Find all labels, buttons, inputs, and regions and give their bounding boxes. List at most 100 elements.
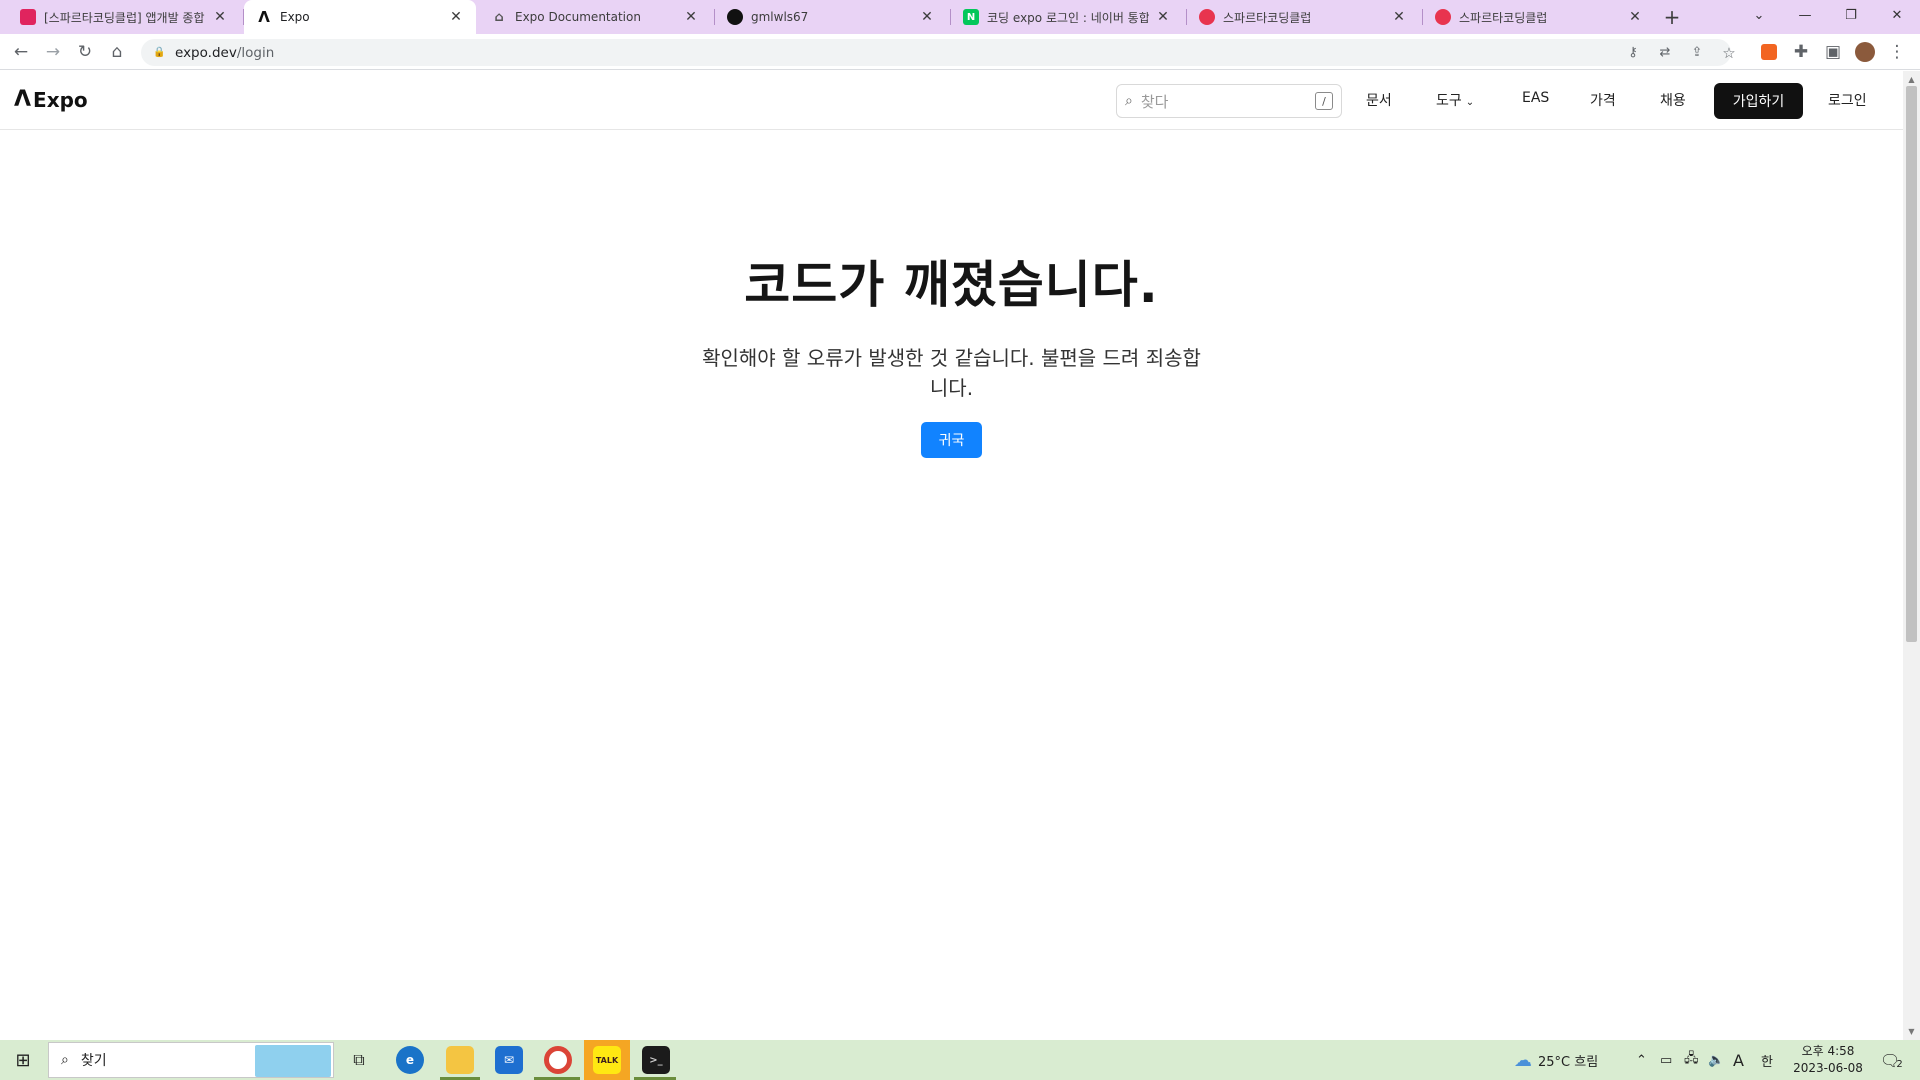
close-icon[interactable]: ✕ xyxy=(1391,9,1407,25)
tab-title: 스파르타코딩클럽 xyxy=(1459,10,1548,25)
minimize-button[interactable]: — xyxy=(1782,0,1828,30)
forward-arrow-icon[interactable]: → xyxy=(40,39,66,65)
tab-github[interactable]: gmlwls67 ✕ xyxy=(715,0,947,34)
tab-title: 스파르타코딩클럽 xyxy=(1223,10,1312,25)
page-content: Λ Expo ⌕ 찾다 / 문서 도구 ⌄ EAS 가격 채용 가입하기 로그인 … xyxy=(0,71,1903,1040)
tab-search-chevron-icon[interactable]: ⌄ xyxy=(1736,0,1782,30)
windows-start-icon[interactable]: ⊞ xyxy=(0,1040,46,1080)
network-icon[interactable]: 🖧 xyxy=(1684,1040,1699,1080)
home-icon[interactable]: ⌂ xyxy=(104,39,130,65)
nav-eas-link[interactable]: EAS xyxy=(1522,90,1549,106)
github-icon xyxy=(727,9,743,25)
expo-logo-icon: Λ xyxy=(258,8,270,26)
edge-browser-icon[interactable]: e xyxy=(396,1046,424,1074)
nav-tools-dropdown[interactable]: 도구 ⌄ xyxy=(1436,90,1474,110)
terminal-icon[interactable]: >_ xyxy=(642,1046,670,1074)
file-explorer-icon[interactable] xyxy=(446,1046,474,1074)
extension-rx-icon[interactable] xyxy=(1756,39,1782,65)
search-icon: ⌕ xyxy=(61,1052,69,1068)
brand-name: Expo xyxy=(33,87,88,112)
error-panel: 코드가 깨졌습니다. 확인해야 할 오류가 발생한 것 같습니다. 불편을 드려… xyxy=(0,245,1903,403)
close-icon[interactable]: ✕ xyxy=(683,9,699,25)
signup-button[interactable]: 가입하기 xyxy=(1714,83,1803,119)
search-input[interactable]: ⌕ 찾다 / xyxy=(1116,84,1342,118)
ime-language-indicator[interactable]: A xyxy=(1733,1040,1744,1080)
taskbar-search-placeholder: 찾기 xyxy=(80,1053,107,1069)
login-link[interactable]: 로그인 xyxy=(1828,90,1867,110)
chrome-icon[interactable] xyxy=(544,1046,572,1074)
task-view-icon[interactable]: ⧉ xyxy=(340,1040,378,1080)
profile-avatar[interactable] xyxy=(1852,39,1878,65)
expo-docs-icon: ⌂ xyxy=(494,9,504,25)
nav-tools-label: 도구 xyxy=(1436,93,1462,109)
clock-time: 오후 4:58 xyxy=(1801,1044,1855,1058)
search-highlight-image xyxy=(255,1045,331,1077)
volume-icon[interactable]: 🔈 xyxy=(1708,1040,1724,1080)
browser-toolbar: ← → ↻ ⌂ 🔒 expo.dev/login ⚷ ⇄ ⇪ ☆ ✚ ▣ ⋮ xyxy=(0,34,1920,70)
nav-docs-link[interactable]: 문서 xyxy=(1366,90,1392,110)
nav-pricing-link[interactable]: 가격 xyxy=(1590,90,1616,110)
url-host: expo.dev xyxy=(175,44,237,61)
taskbar-search-input[interactable]: ⌕ 찾기 xyxy=(48,1042,334,1078)
site-header: Λ Expo ⌕ 찾다 / 문서 도구 ⌄ EAS 가격 채용 가입하기 로그인 xyxy=(0,71,1903,130)
close-icon[interactable]: ✕ xyxy=(212,9,228,25)
tray-overflow-chevron-icon[interactable]: ⌃ xyxy=(1636,1040,1647,1080)
address-bar[interactable]: 🔒 expo.dev/login ⚷ ⇄ ⇪ ☆ xyxy=(141,39,1736,66)
tab-sparta-app[interactable]: [스파르타코딩클럽] 앱개발 종합 ✕ xyxy=(8,0,240,34)
back-arrow-icon[interactable]: ← xyxy=(8,39,34,65)
meet-now-icon[interactable]: ▭ xyxy=(1660,1040,1672,1080)
expo-logo[interactable]: Λ Expo xyxy=(14,87,88,112)
kakaotalk-icon: TALK xyxy=(593,1046,621,1074)
taskbar: ⊞ ⌕ 찾기 ⧉ e ✉ TALK >_ ☁ 25°C 흐림 ⌃ ▭ 🖧 🔈 A… xyxy=(0,1040,1920,1080)
share-icon[interactable]: ⇪ xyxy=(1684,39,1710,66)
scrollbar-thumb[interactable] xyxy=(1906,86,1917,642)
url-path: /login xyxy=(236,44,275,61)
close-icon[interactable]: ✕ xyxy=(1155,9,1171,25)
close-icon[interactable]: ✕ xyxy=(1627,9,1643,25)
restore-button[interactable]: ❐ xyxy=(1828,0,1874,30)
mail-icon[interactable]: ✉ xyxy=(495,1046,523,1074)
scroll-down-arrow-icon[interactable]: ▼ xyxy=(1906,1025,1917,1037)
tab-expo[interactable]: Λ Expo ✕ xyxy=(244,0,476,34)
bookmark-star-icon[interactable]: ☆ xyxy=(1716,39,1742,66)
notification-center-icon[interactable]: 🗨 2 xyxy=(1880,1040,1903,1080)
kakaotalk-taskbar-item[interactable]: TALK xyxy=(584,1040,630,1080)
cloud-icon: ☁ xyxy=(1514,1049,1532,1071)
menu-kebab-icon[interactable]: ⋮ xyxy=(1884,39,1910,65)
search-shortcut-key: / xyxy=(1315,92,1333,110)
tab-sparta-1[interactable]: 스파르타코딩클럽 ✕ xyxy=(1187,0,1419,34)
weather-widget[interactable]: ☁ 25°C 흐림 xyxy=(1514,1040,1598,1080)
chevron-down-icon: ⌄ xyxy=(1465,97,1475,108)
search-icon: ⌕ xyxy=(1125,93,1133,109)
ime-mode-indicator[interactable]: 한 xyxy=(1761,1040,1773,1080)
tab-sparta-2[interactable]: 스파르타코딩클럽 ✕ xyxy=(1423,0,1655,34)
sparta-book-icon xyxy=(20,9,36,25)
tab-title: Expo xyxy=(280,10,310,24)
lock-icon: 🔒 xyxy=(153,46,166,58)
clock-date: 2023-06-08 xyxy=(1793,1061,1863,1075)
naver-icon: N xyxy=(963,9,979,25)
scroll-up-arrow-icon[interactable]: ▲ xyxy=(1906,73,1917,85)
tab-title: 코딩 expo 로그인 : 네이버 통합 xyxy=(987,10,1149,25)
taskbar-clock[interactable]: 오후 4:58 2023-06-08 xyxy=(1790,1043,1866,1077)
home-button[interactable]: 귀국 xyxy=(921,422,982,458)
translate-icon[interactable]: ⇄ xyxy=(1652,39,1678,66)
url-text: expo.dev/login xyxy=(175,45,274,61)
key-icon[interactable]: ⚷ xyxy=(1620,39,1646,66)
tab-expo-docs[interactable]: ⌂ Expo Documentation ✕ xyxy=(479,0,711,34)
close-icon[interactable]: ✕ xyxy=(919,9,935,25)
new-tab-button[interactable]: + xyxy=(1659,4,1685,30)
close-window-button[interactable]: ✕ xyxy=(1874,0,1920,30)
search-placeholder: 찾다 xyxy=(1140,92,1169,111)
side-panel-icon[interactable]: ▣ xyxy=(1820,39,1846,65)
reload-icon[interactable]: ↻ xyxy=(72,39,98,65)
nav-careers-link[interactable]: 채용 xyxy=(1660,90,1686,110)
tab-title: Expo Documentation xyxy=(515,10,641,24)
close-icon[interactable]: ✕ xyxy=(448,9,464,25)
tab-naver[interactable]: N 코딩 expo 로그인 : 네이버 통합 ✕ xyxy=(951,0,1183,34)
weather-text: 25°C 흐림 xyxy=(1538,1054,1599,1070)
extensions-puzzle-icon[interactable]: ✚ xyxy=(1788,39,1814,65)
tab-title: gmlwls67 xyxy=(751,10,809,24)
tab-strip: [스파르타코딩클럽] 앱개발 종합 ✕ Λ Expo ✕ ⌂ Expo Docu… xyxy=(0,0,1920,34)
error-message: 확인해야 할 오류가 발생한 것 같습니다. 불편을 드려 죄송합니다. xyxy=(702,346,1201,400)
